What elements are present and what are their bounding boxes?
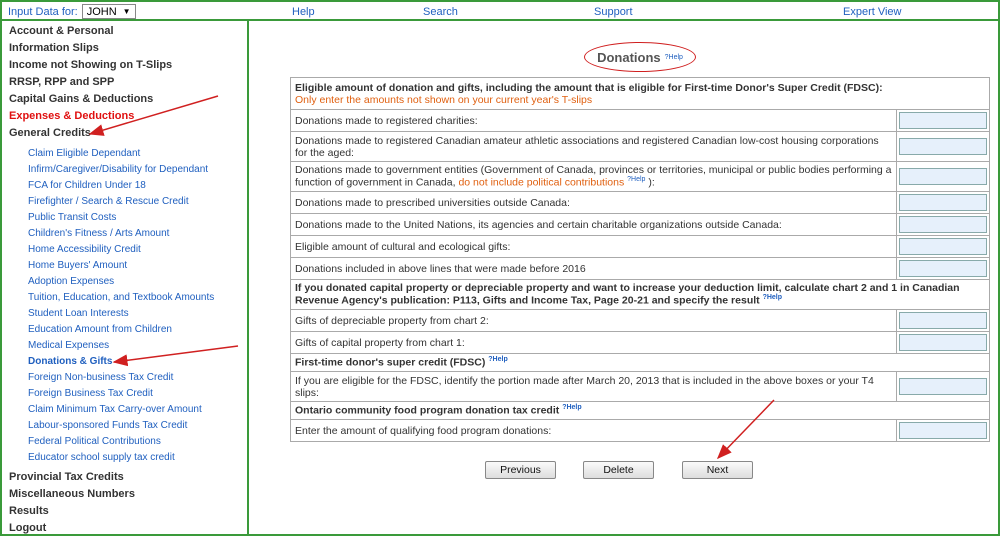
next-button[interactable]: Next (682, 461, 753, 479)
row-label: Enter the amount of qualifying food prog… (290, 419, 897, 442)
capital-property-input[interactable] (899, 334, 987, 351)
previous-button[interactable]: Previous (485, 461, 556, 479)
section-header-fdsc: First-time donor's super credit (FDSC) ?… (290, 353, 990, 372)
sidebar-subitem[interactable]: Medical Expenses (28, 340, 109, 351)
table-row: Eligible amount of cultural and ecologic… (290, 235, 990, 258)
row-label-government: Donations made to government entities (G… (290, 161, 897, 192)
table-row: Gifts of depreciable property from chart… (290, 309, 990, 332)
table-row: If you are eligible for the FDSC, identi… (290, 371, 990, 402)
charities-amount-input[interactable] (899, 112, 987, 129)
united-nations-amount-input[interactable] (899, 216, 987, 233)
table-row: Donations made to prescribed universitie… (290, 191, 990, 214)
delete-button[interactable]: Delete (583, 461, 654, 479)
row-label: Donations made to registered charities: (290, 109, 897, 132)
row-label: Donations made to the United Nations, it… (290, 213, 897, 236)
row-label: Donations made to registered Canadian am… (290, 131, 897, 162)
sidebar-item-information-slips[interactable]: Information Slips (9, 42, 99, 54)
page-title: Donations (597, 49, 661, 65)
sidebar-subitem-donations-gifts[interactable]: Donations & Gifts (28, 356, 112, 367)
sidebar-subitem[interactable]: Infirm/Caregiver/Disability for Dependan… (28, 164, 208, 175)
sidebar-subitem[interactable]: Foreign Non-business Tax Credit (28, 372, 173, 383)
sidebar-item-account-personal[interactable]: Account & Personal (9, 25, 114, 37)
depreciable-property-input[interactable] (899, 312, 987, 329)
table-row: Donations included in above lines that w… (290, 257, 990, 280)
sidebar-item-income-not-on-tslips[interactable]: Income not Showing on T-Slips (9, 59, 172, 71)
section-header-food: Ontario community food program donation … (290, 401, 990, 420)
sidebar-subitem[interactable]: Federal Political Contributions (28, 436, 161, 447)
sidebar-item-rrsp[interactable]: RRSP, RPP and SPP (9, 76, 114, 88)
sidebar-item-capital-gains[interactable]: Capital Gains & Deductions (9, 93, 153, 105)
government-help-link[interactable]: ?Help (627, 176, 645, 183)
search-link[interactable]: Search (423, 6, 458, 18)
fdsc-help-link[interactable]: ?Help (488, 356, 507, 363)
capital-help-link[interactable]: ?Help (763, 294, 782, 301)
sidebar-subitem[interactable]: Home Accessibility Credit (28, 244, 141, 255)
title-help-link[interactable]: ?Help (665, 54, 683, 61)
sidebar-item-logout[interactable]: Logout (9, 522, 46, 534)
food-program-input[interactable] (899, 422, 987, 439)
row-label: Donations included in above lines that w… (290, 257, 897, 280)
table-row: Enter the amount of qualifying food prog… (290, 419, 990, 442)
sidebar-subitem[interactable]: Adoption Expenses (28, 276, 114, 287)
donations-form: Eligible amount of donation and gifts, i… (290, 77, 990, 442)
sidebar-subitem[interactable]: Claim Eligible Dependant (28, 148, 140, 159)
sidebar-item-general-credits[interactable]: General Credits (9, 127, 91, 139)
section-header-eligible: Eligible amount of donation and gifts, i… (290, 77, 990, 110)
expert-view-link[interactable]: Expert View (843, 6, 902, 18)
sidebar-item-expenses-deductions[interactable]: Expenses & Deductions (9, 110, 134, 122)
row-label: If you are eligible for the FDSC, identi… (290, 371, 897, 402)
sidebar: Account & Personal Information Slips Inc… (2, 21, 249, 534)
section-food-title: Ontario community food program donation … (295, 404, 560, 417)
table-row: Donations made to registered charities: (290, 109, 990, 132)
table-row: Donations made to government entities (G… (290, 161, 990, 192)
athletic-amount-input[interactable] (899, 138, 987, 155)
user-select[interactable]: JOHN ▼ (81, 4, 136, 19)
food-help-link[interactable]: ?Help (562, 404, 581, 411)
section-fdsc-title: First-time donor's super credit (FDSC) (295, 356, 486, 369)
table-row: Donations made to the United Nations, it… (290, 213, 990, 236)
input-data-for: Input Data for: JOHN ▼ (8, 4, 136, 19)
user-select-value: JOHN (86, 5, 117, 18)
row-label-suffix: ): (648, 176, 655, 189)
chevron-down-icon: ▼ (122, 7, 131, 16)
before-2016-input[interactable] (899, 260, 987, 277)
table-row: Donations made to registered Canadian am… (290, 131, 990, 162)
sidebar-item-miscellaneous-numbers[interactable]: Miscellaneous Numbers (9, 488, 135, 500)
sidebar-subitem[interactable]: Educator school supply tax credit (28, 452, 175, 463)
fdsc-amount-input[interactable] (899, 378, 987, 395)
section-eligible-note: Only enter the amounts not shown on your… (295, 93, 593, 106)
government-amount-input[interactable] (899, 168, 987, 185)
row-label: Donations made to prescribed universitie… (290, 191, 897, 214)
sidebar-subitem[interactable]: Public Transit Costs (28, 212, 116, 223)
page-title-wrap: Donations ?Help (584, 42, 696, 72)
top-bar: Input Data for: JOHN ▼ Help Search Suppo… (2, 2, 998, 21)
input-data-label: Input Data for: (8, 5, 78, 18)
section-capital-title: If you donated capital property or depre… (295, 282, 960, 307)
sidebar-subitem[interactable]: Home Buyers' Amount (28, 260, 127, 271)
section-header-capital: If you donated capital property or depre… (290, 279, 990, 310)
table-row: Gifts of capital property from chart 1: (290, 331, 990, 354)
row-label: Gifts of depreciable property from chart… (290, 309, 897, 332)
sidebar-subitem[interactable]: Labour-sponsored Funds Tax Credit (28, 420, 187, 431)
sidebar-subitem[interactable]: Children's Fitness / Arts Amount (28, 228, 169, 239)
row-label: Eligible amount of cultural and ecologic… (290, 235, 897, 258)
sidebar-subitem[interactable]: Claim Minimum Tax Carry-over Amount (28, 404, 202, 415)
universities-amount-input[interactable] (899, 194, 987, 211)
sidebar-item-provincial-tax-credits[interactable]: Provincial Tax Credits (9, 471, 124, 483)
help-link[interactable]: Help (292, 6, 315, 18)
sidebar-item-results[interactable]: Results (9, 505, 49, 517)
support-link[interactable]: Support (594, 6, 633, 18)
section-eligible-title: Eligible amount of donation and gifts, i… (295, 81, 883, 94)
cultural-gifts-input[interactable] (899, 238, 987, 255)
sidebar-subitem[interactable]: Foreign Business Tax Credit (28, 388, 153, 399)
sidebar-subitem[interactable]: Education Amount from Children (28, 324, 172, 335)
sidebar-subitem[interactable]: Student Loan Interests (28, 308, 129, 319)
political-warning: do not include political contributions (458, 176, 625, 189)
sidebar-subitem[interactable]: FCA for Children Under 18 (28, 180, 146, 191)
row-label: Gifts of capital property from chart 1: (290, 331, 897, 354)
sidebar-subitem[interactable]: Firefighter / Search & Rescue Credit (28, 196, 189, 207)
sidebar-subitem[interactable]: Tuition, Education, and Textbook Amounts (28, 292, 214, 303)
